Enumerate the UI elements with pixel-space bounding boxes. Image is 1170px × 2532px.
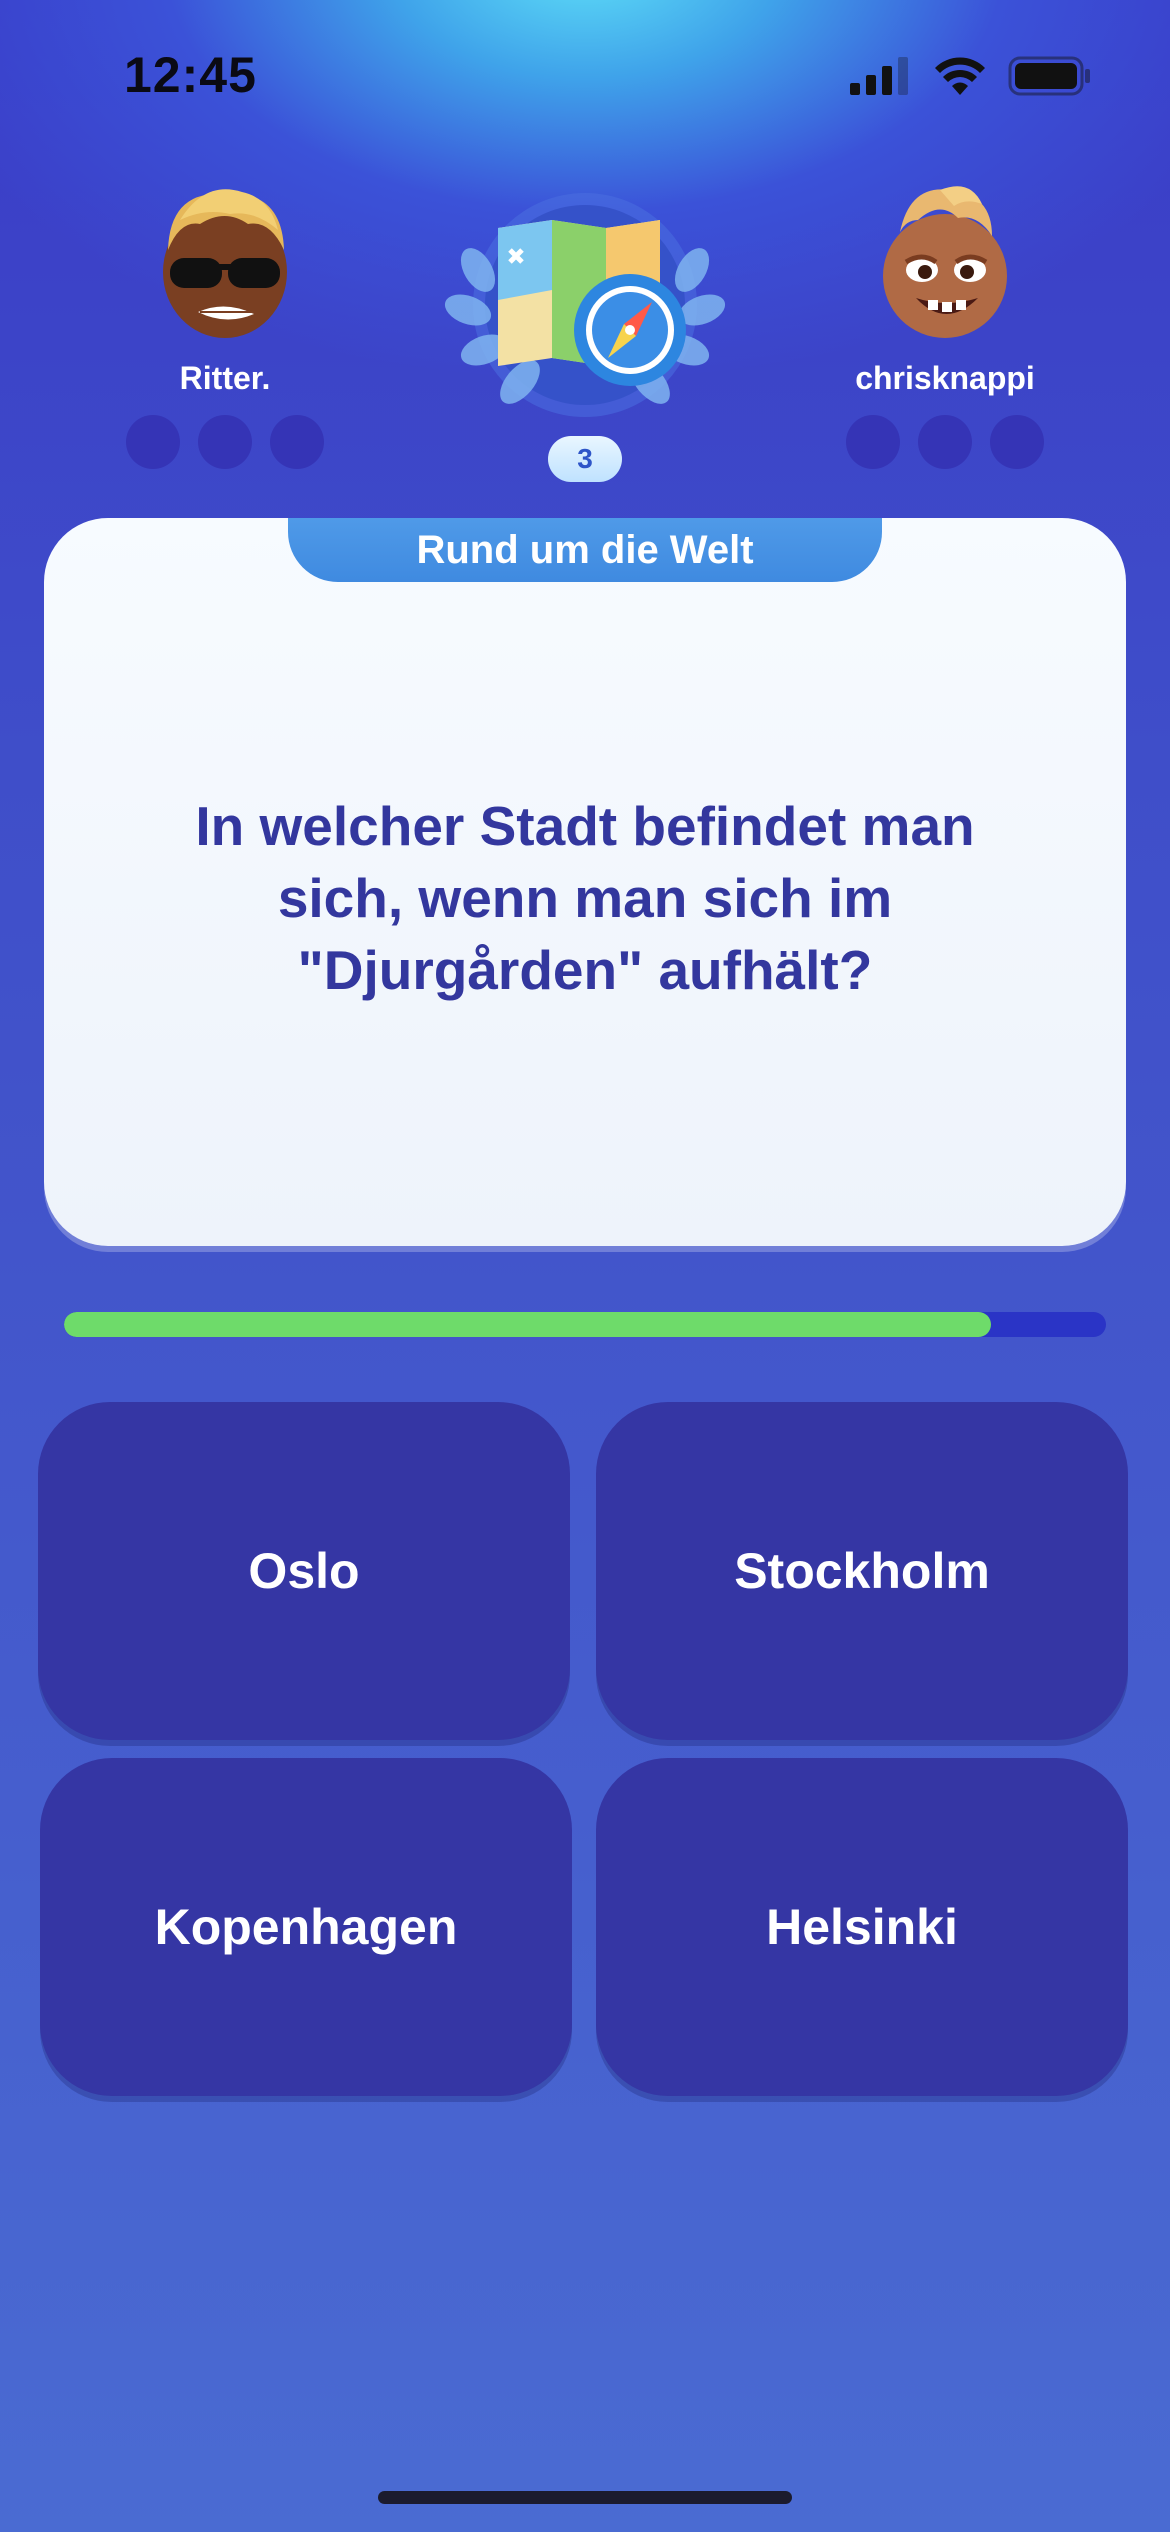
round-badge: 3 [548,436,622,482]
score-dot [990,415,1044,469]
score-dots [846,415,1044,469]
category-label: Rund um die Welt [288,518,882,582]
score-dot [918,415,972,469]
score-dots [126,415,324,469]
score-dot [270,415,324,469]
player-right: chrisknappi [825,180,1065,469]
question-text: In welcher Stadt befindet man sich, wenn… [195,795,975,1001]
timer-bar [64,1312,1106,1337]
score-dot [126,415,180,469]
answer-button-helsinki[interactable]: Helsinki [596,1758,1128,2096]
player-name: chrisknappi [855,360,1035,396]
status-icons [850,56,1092,96]
map-compass-icon [444,193,726,417]
timer-fill [64,1312,992,1337]
wifi-icon [935,57,985,95]
answer-button-stockholm[interactable]: Stockholm [596,1402,1128,1740]
player-name: Ritter. [179,360,271,396]
answer-button-oslo[interactable]: Oslo [38,1402,570,1740]
battery-icon [1008,56,1090,96]
avatar [883,186,1007,338]
cellular-signal-icon [850,57,908,95]
player-left: Ritter. [105,180,345,469]
home-indicator[interactable] [378,2491,792,2504]
answer-button-kopenhagen[interactable]: Kopenhagen [40,1758,572,2096]
status-time: 12:45 [124,47,257,103]
avatar [163,189,287,338]
score-dot [198,415,252,469]
score-dot [846,415,900,469]
